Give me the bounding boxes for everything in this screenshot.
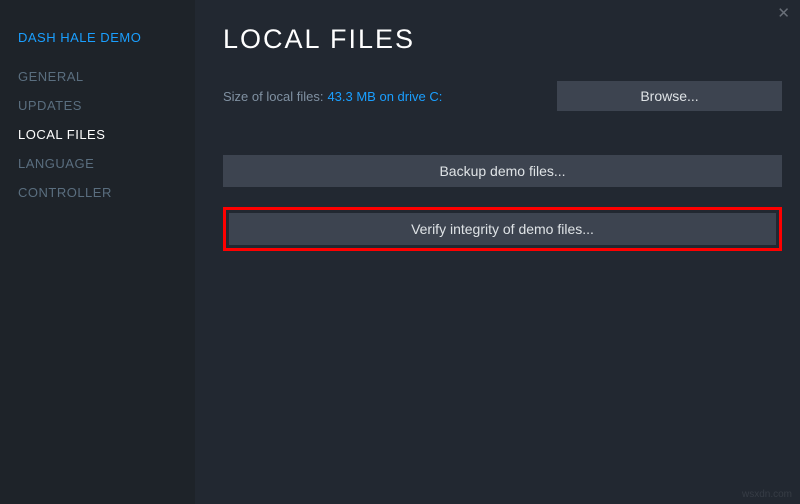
- sidebar-item-general[interactable]: GENERAL: [18, 69, 195, 84]
- sidebar-item-language[interactable]: LANGUAGE: [18, 156, 195, 171]
- verify-highlight: Verify integrity of demo files...: [223, 207, 782, 251]
- verify-button[interactable]: Verify integrity of demo files...: [229, 213, 776, 245]
- main-panel: LOCAL FILES Size of local files: 43.3 MB…: [195, 0, 800, 504]
- sidebar-item-local-files[interactable]: LOCAL FILES: [18, 127, 195, 142]
- backup-button[interactable]: Backup demo files...: [223, 155, 782, 187]
- sidebar-item-controller[interactable]: CONTROLLER: [18, 185, 195, 200]
- sidebar: DASH HALE DEMO GENERAL UPDATES LOCAL FIL…: [0, 0, 195, 504]
- file-info-row: Size of local files: 43.3 MB on drive C:…: [223, 81, 782, 111]
- close-icon[interactable]: ✕: [777, 4, 790, 22]
- browse-button[interactable]: Browse...: [557, 81, 782, 111]
- page-title: LOCAL FILES: [223, 24, 782, 55]
- game-title: DASH HALE DEMO: [18, 30, 195, 45]
- file-size-value: 43.3 MB on drive C:: [327, 89, 442, 104]
- file-size-label: Size of local files:: [223, 89, 323, 104]
- sidebar-item-updates[interactable]: UPDATES: [18, 98, 195, 113]
- watermark: wsxdn.com: [742, 489, 792, 500]
